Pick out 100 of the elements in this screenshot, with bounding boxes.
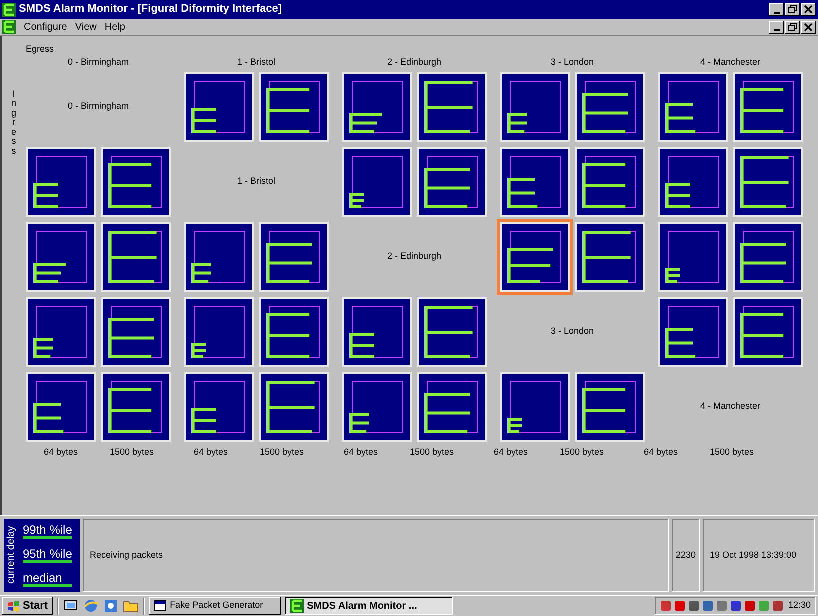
close-icon [804,22,814,32]
delay-tile[interactable] [184,72,254,142]
channels-icon[interactable] [103,598,120,614]
delay-tile[interactable] [26,147,96,217]
delay-tile[interactable] [342,372,412,442]
delay-tile[interactable] [500,222,570,292]
threshold-square [585,381,636,433]
start-button[interactable]: Start [2,597,54,615]
packet-count: 2230 [676,548,696,562]
legend-title: current delay [5,525,18,586]
delay-tile[interactable] [733,72,803,142]
close-button[interactable] [801,3,816,16]
delay-tile[interactable] [101,147,171,217]
column-header: 0 - Birmingham [68,57,130,68]
delay-tile[interactable] [101,222,171,292]
threshold-square [194,381,245,433]
delay-tile[interactable] [184,297,254,367]
restore-button[interactable] [785,3,800,16]
legend-item: 95th %ile [23,548,72,563]
column-footer: 64 bytes [476,446,546,460]
delay-e-drawing [192,108,216,134]
delay-tile[interactable] [575,147,645,217]
delay-tile[interactable] [417,72,487,142]
row-header: 0 - Birmingham [68,100,130,114]
delay-tile[interactable] [101,297,171,367]
threshold-square [668,156,719,208]
windows-logo-icon [7,600,20,612]
column-footer: 64 bytes [326,446,396,460]
delay-tile[interactable] [259,72,329,142]
threshold-square [269,306,320,358]
menu-item[interactable]: Help [104,20,126,34]
delay-tile[interactable] [101,372,171,442]
tray-icon[interactable] [772,600,784,612]
delay-e-drawing [582,93,628,134]
row-header: 4 - Manchester [700,400,761,414]
threshold-square [668,231,719,283]
delay-e-drawing [350,113,382,134]
delay-tile[interactable] [417,297,487,367]
delay-tile[interactable] [184,222,254,292]
tray-icon[interactable] [688,600,700,612]
tray-icon[interactable] [702,600,714,612]
tray-icon[interactable] [660,600,672,612]
minimize-button[interactable] [769,3,784,16]
menu-item[interactable]: View [75,20,97,34]
clock: 12:30 [788,599,811,612]
delay-tile[interactable] [658,147,728,217]
threshold-square [743,306,794,358]
delay-tile[interactable] [575,72,645,142]
minimize-icon [774,29,780,31]
tray-icon[interactable] [674,600,686,612]
delay-e-drawing [34,338,54,358]
row-header: 1 - Bristol [237,175,276,188]
minimize-icon [774,12,780,14]
delay-tile[interactable] [575,372,645,442]
delay-e-drawing [666,328,696,358]
delay-tile[interactable] [658,72,728,142]
delay-tile[interactable] [733,297,803,367]
delay-e-drawing [192,263,212,284]
delay-tile[interactable] [417,372,487,442]
delay-tile[interactable] [26,372,96,442]
delay-tile[interactable] [342,297,412,367]
delay-tile[interactable] [342,147,412,217]
minimize-button[interactable] [769,20,784,34]
delay-tile[interactable] [500,147,570,217]
delay-e-drawing [108,388,152,434]
delay-tile[interactable] [259,297,329,367]
delay-tile[interactable] [658,222,728,292]
threshold-square [352,306,403,358]
delay-tile[interactable] [733,222,803,292]
delay-tile[interactable] [184,372,254,442]
menu-item[interactable]: Configure [24,20,68,34]
delay-tile[interactable] [733,147,803,217]
delay-e-drawing [108,318,154,358]
threshold-square [668,306,719,358]
delay-tile[interactable] [658,297,728,367]
column-footer: 1500 bytes [551,446,613,460]
delay-e-drawing [582,163,626,208]
delay-e-drawing [350,413,370,434]
delay-e-drawing [508,113,528,134]
column-header: 2 - Edinburgh [387,57,442,68]
delay-e-drawing [740,243,786,284]
delay-tile[interactable] [342,72,412,142]
delay-tile[interactable] [500,372,570,442]
taskbar-button[interactable]: Fake Packet Generator [149,597,282,615]
delay-tile[interactable] [26,222,96,292]
restore-button[interactable] [785,20,800,34]
tray-icon[interactable] [730,600,742,612]
threshold-square [194,81,245,133]
tray-icon[interactable] [744,600,756,612]
delay-tile[interactable] [259,372,329,442]
delay-tile[interactable] [500,72,570,142]
threshold-square [194,231,245,283]
taskbar-button[interactable]: SMDS Alarm Monitor ... [285,597,454,615]
close-button[interactable] [801,20,816,34]
delay-tile[interactable] [417,147,487,217]
delay-tile[interactable] [575,222,645,292]
delay-tile[interactable] [259,222,329,292]
column-header: 3 - London [550,57,594,68]
delay-tile[interactable] [26,297,96,367]
document-icon[interactable] [2,20,16,34]
